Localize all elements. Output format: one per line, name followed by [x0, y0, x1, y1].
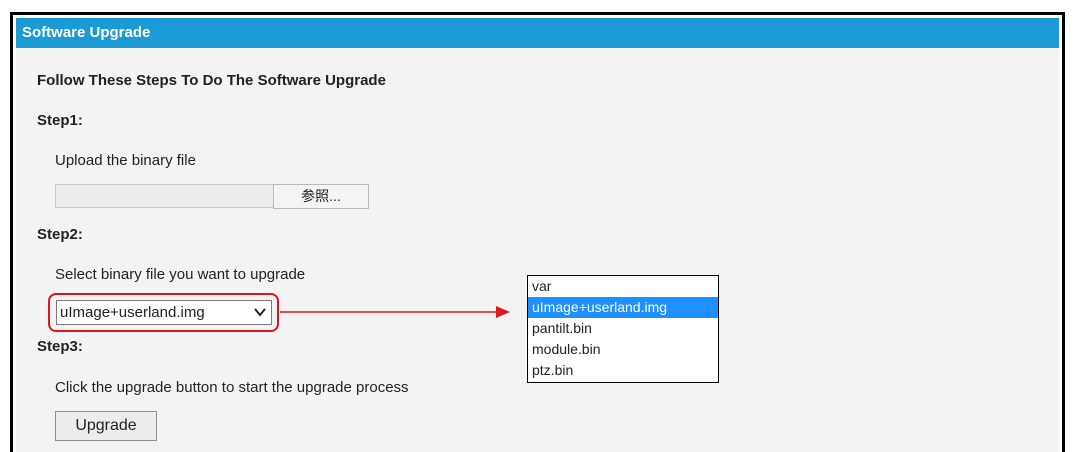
- dropdown-option-ptz[interactable]: ptz.bin: [528, 360, 718, 381]
- panel-title: Software Upgrade: [16, 18, 1059, 48]
- step3-description: Click the upgrade button to start the up…: [55, 379, 409, 396]
- upgrade-button[interactable]: Upgrade: [55, 411, 157, 441]
- software-upgrade-window: Software Upgrade Follow These Steps To D…: [10, 12, 1065, 452]
- dropdown-option-module[interactable]: module.bin: [528, 339, 718, 360]
- step1-description: Upload the binary file: [55, 152, 196, 169]
- binary-file-select[interactable]: uImage+userland.img: [56, 300, 272, 325]
- callout-arrow: [280, 306, 510, 318]
- binary-file-select-value: uImage+userland.img: [60, 304, 205, 321]
- chevron-down-icon: [254, 308, 266, 317]
- binary-file-dropdown-list: var uImage+userland.img pantilt.bin modu…: [527, 275, 719, 383]
- software-upgrade-panel: Software Upgrade Follow These Steps To D…: [16, 18, 1059, 452]
- intro-heading: Follow These Steps To Do The Software Up…: [37, 72, 386, 89]
- dropdown-option-uimage-userland[interactable]: uImage+userland.img: [528, 297, 718, 318]
- step3-heading: Step3:: [37, 338, 83, 355]
- step1-heading: Step1:: [37, 112, 83, 129]
- step2-heading: Step2:: [37, 226, 83, 243]
- step2-description: Select binary file you want to upgrade: [55, 266, 306, 283]
- dropdown-option-var[interactable]: var: [528, 276, 718, 297]
- browse-button[interactable]: 参照...: [273, 184, 369, 209]
- dropdown-option-pantilt[interactable]: pantilt.bin: [528, 318, 718, 339]
